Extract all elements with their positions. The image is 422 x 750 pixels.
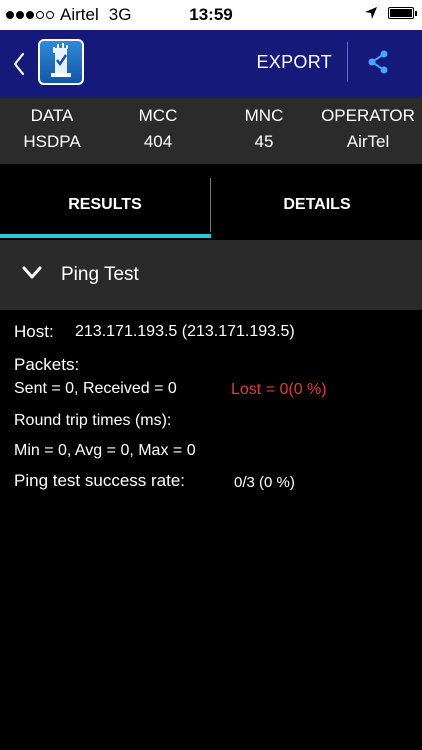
export-button[interactable]: EXPORT	[257, 52, 333, 73]
panel-gap	[0, 164, 422, 172]
host-value: 213.171.193.5 (213.171.193.5)	[75, 323, 295, 340]
success-rate-value: 0/3 (0 %)	[234, 474, 295, 491]
share-icon[interactable]	[364, 48, 392, 76]
status-bar: Airtel 3G 13:59	[0, 0, 422, 30]
info-mnc: MNC 45	[224, 106, 304, 152]
packets-label: Packets:	[14, 355, 80, 374]
host-label: Host:	[14, 322, 54, 341]
info-mcc: MCC 404	[118, 106, 198, 152]
lost-value: Lost = 0(0 %)	[231, 381, 327, 398]
tab-details[interactable]: DETAILS	[212, 172, 422, 238]
appbar-divider	[347, 42, 348, 82]
ping-test-header[interactable]: Ping Test	[0, 240, 422, 310]
info-operator: OPERATOR AirTel	[318, 106, 418, 152]
tab-bar: RESULTS DETAILS	[0, 172, 422, 238]
battery-icon	[388, 7, 417, 19]
rtt-values: Min = 0, Avg = 0, Max = 0	[14, 442, 196, 459]
chevron-down-icon	[22, 266, 42, 279]
app-logo-icon	[38, 39, 84, 85]
ping-results: Host: 213.171.193.5 (213.171.193.5) Pack…	[0, 310, 422, 750]
info-value: HSDPA	[23, 132, 81, 151]
info-value: 45	[254, 132, 274, 151]
success-rate-label: Ping test success rate:	[14, 471, 186, 490]
info-value: AirTel	[346, 132, 390, 151]
info-value: 404	[143, 132, 173, 151]
location-arrow-icon	[365, 7, 377, 19]
info-label: DATA	[30, 106, 74, 125]
tab-results[interactable]: RESULTS	[0, 172, 210, 238]
tab-divider	[210, 178, 211, 232]
info-label: OPERATOR	[321, 106, 415, 125]
rtt-label: Round trip times (ms):	[14, 412, 172, 429]
status-time: 13:59	[189, 5, 233, 24]
chevron-left-icon[interactable]	[10, 50, 28, 78]
app-bar: EXPORT	[0, 30, 422, 98]
info-data: DATA HSDPA	[12, 106, 92, 152]
info-label: MCC	[138, 106, 178, 125]
network-info-panel: DATA HSDPA MCC 404 MNC 45 OPERATOR AirTe…	[0, 98, 422, 164]
info-label: MNC	[244, 106, 284, 125]
status-right	[364, 6, 417, 20]
active-tab-indicator	[0, 234, 211, 238]
sent-received-value: Sent = 0, Received = 0	[14, 380, 177, 397]
section-title: Ping Test	[61, 264, 139, 285]
